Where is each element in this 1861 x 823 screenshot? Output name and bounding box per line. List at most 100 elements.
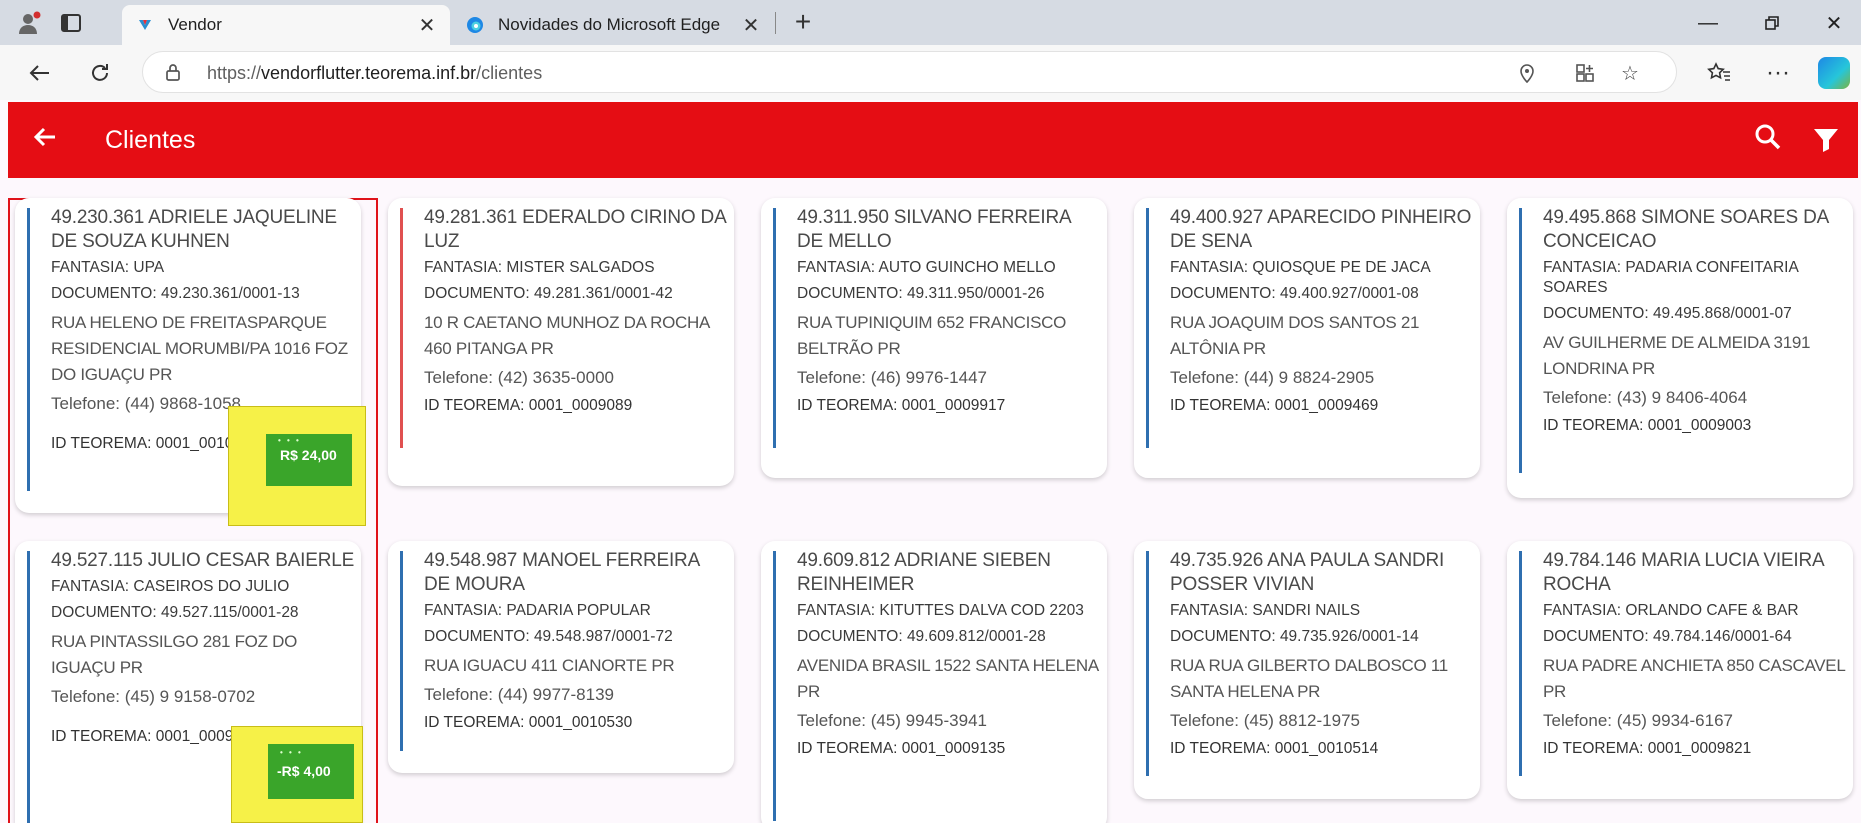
client-fantasia: FANTASIA: CASEIROS DO JULIO	[51, 578, 290, 595]
client-documento: DOCUMENTO: 49.400.927/0001-08	[1170, 285, 1419, 302]
url-text[interactable]: https://vendorflutter.teorema.inf.br/cli…	[207, 63, 542, 84]
client-name: 49.735.926 ANA PAULA SANDRI POSSER VIVIA…	[1170, 550, 1445, 595]
client-documento: DOCUMENTO: 49.735.926/0001-14	[1170, 628, 1419, 645]
back-arrow-icon[interactable]	[30, 122, 66, 158]
client-fantasia: FANTASIA: QUIOSQUE PE DE JACA	[1170, 259, 1431, 276]
client-phone: Telefone: (45) 9934-6167	[1543, 711, 1733, 730]
clients-list: 49.230.361 ADRIELE JAQUELINE DE SOUZA KU…	[8, 178, 1858, 823]
card-accent-bar	[773, 551, 776, 821]
client-name: 49.400.927 APARECIDO PINHEIRO DE SENA	[1170, 207, 1472, 252]
client-card[interactable]: 49.548.987 MANOEL FERREIRA DE MOURA FANT…	[388, 541, 734, 773]
client-phone: Telefone: (42) 3635-0000	[424, 368, 614, 387]
client-documento: DOCUMENTO: 49.548.987/0001-72	[424, 628, 673, 645]
client-address: AV GUILHERME DE ALMEIDA 3191 LONDRINA PR	[1543, 333, 1811, 378]
back-icon[interactable]	[24, 57, 56, 89]
close-tab-icon[interactable]: ✕	[412, 13, 442, 38]
card-accent-bar	[27, 551, 30, 823]
client-card[interactable]: 49.495.868 SIMONE SOARES DA CONCEICAO FA…	[1507, 198, 1853, 498]
client-id: ID TEOREMA: 0001_0009089	[424, 397, 633, 414]
browser-toolbar: https://vendorflutter.teorema.inf.br/cli…	[0, 45, 1861, 100]
client-id: ID TEOREMA: 0001_0010514	[1170, 740, 1379, 757]
client-fantasia: FANTASIA: UPA	[51, 259, 165, 276]
client-name: 49.527.115 JULIO CESAR BAIERLE	[51, 550, 355, 571]
tab-edge-news[interactable]: Novidades do Microsoft Edge ✕	[452, 5, 774, 45]
card-accent-bar	[400, 208, 403, 448]
client-documento: DOCUMENTO: 49.281.361/0001-42	[424, 285, 673, 302]
favorites-icon[interactable]	[1703, 57, 1735, 89]
client-fantasia: FANTASIA: MISTER SALGADOS	[424, 259, 655, 276]
client-address: RUA PINTASSILGO 281 FOZ DO IGUAÇU PR	[51, 632, 298, 677]
client-fantasia: FANTASIA: ORLANDO CAFE & BAR	[1543, 602, 1799, 619]
page-title: Clientes	[105, 126, 196, 154]
client-card[interactable]: 49.735.926 ANA PAULA SANDRI POSSER VIVIA…	[1134, 541, 1480, 799]
client-address: RUA RUA GILBERTO DALBOSCO 11 SANTA HELEN…	[1170, 656, 1448, 701]
client-address: RUA PADRE ANCHIETA 850 CASCAVEL PR	[1543, 656, 1845, 701]
client-fantasia: FANTASIA: PADARIA POPULAR	[424, 602, 651, 619]
client-documento: DOCUMENTO: 49.609.812/0001-28	[797, 628, 1046, 645]
client-phone: Telefone: (45) 9945-3941	[797, 711, 987, 730]
client-phone: Telefone: (45) 9 9158-0702	[51, 687, 256, 706]
client-address: AVENIDA BRASIL 1522 SANTA HELENA PR	[797, 656, 1098, 701]
client-card[interactable]: 49.609.812 ADRIANE SIEBEN REINHEIMER FAN…	[761, 541, 1107, 823]
badge-value: R$ 24,00	[280, 447, 337, 463]
client-name: 49.784.146 MARIA LUCIA VIEIRA ROCHA	[1543, 550, 1824, 595]
client-address: RUA TUPINIQUIM 652 FRANCISCO BELTRÃO PR	[797, 313, 1067, 358]
vendor-favicon-icon	[136, 16, 154, 34]
card-accent-bar	[400, 551, 403, 751]
lock-icon[interactable]	[163, 62, 183, 82]
client-address: 10 R CAETANO MUNHOZ DA ROCHA 460 PITANGA…	[424, 313, 710, 358]
client-card[interactable]: 49.784.146 MARIA LUCIA VIEIRA ROCHA FANT…	[1507, 541, 1853, 799]
card-accent-bar	[1519, 551, 1522, 776]
minimize-icon[interactable]: —	[1688, 8, 1728, 38]
new-tab-icon[interactable]: +	[786, 8, 820, 38]
client-documento: DOCUMENTO: 49.230.361/0001-13	[51, 285, 300, 302]
client-card[interactable]: 49.281.361 EDERALDO CIRINO DA LUZ FANTAS…	[388, 198, 734, 486]
client-fantasia: FANTASIA: KITUTTES DALVA COD 2203	[797, 602, 1084, 619]
client-phone: Telefone: (45) 8812-1975	[1170, 711, 1360, 730]
app-available-icon[interactable]	[1571, 60, 1599, 86]
client-address: RUA HELENO DE FREITASPARQUE RESIDENCIAL …	[51, 313, 348, 384]
client-name: 49.230.361 ADRIELE JAQUELINE DE SOUZA KU…	[51, 207, 337, 252]
tab-vendor[interactable]: Vendor ✕	[122, 5, 450, 45]
browser-tab-strip: Vendor ✕ Novidades do Microsoft Edge ✕ +…	[0, 0, 1861, 45]
client-fantasia: FANTASIA: SANDRI NAILS	[1170, 602, 1361, 619]
filter-icon[interactable]	[1811, 124, 1847, 160]
client-phone: Telefone: (46) 9976-1447	[797, 368, 987, 387]
copilot-icon[interactable]	[1818, 57, 1850, 89]
card-accent-bar	[27, 208, 30, 491]
client-id: ID TEOREMA: 0001_0009135	[797, 740, 1006, 757]
close-tab-icon[interactable]: ✕	[736, 13, 766, 38]
card-accent-bar	[1146, 551, 1149, 776]
profile-icon[interactable]	[14, 8, 44, 38]
badge-value: -R$ 4,00	[277, 763, 331, 779]
address-bar[interactable]: https://vendorflutter.teorema.inf.br/cli…	[142, 51, 1677, 93]
more-options-icon[interactable]: ···	[1762, 57, 1794, 89]
client-documento: DOCUMENTO: 49.311.950/0001-26	[797, 285, 1045, 302]
balance-badge[interactable]: • • • -R$ 4,00	[268, 744, 354, 799]
card-accent-bar	[773, 208, 776, 448]
search-icon[interactable]	[1753, 122, 1789, 158]
client-id: ID TEOREMA: 0001_0009821	[1543, 740, 1752, 757]
client-phone: Telefone: (44) 9977-8139	[424, 685, 614, 704]
client-card[interactable]: 49.311.950 SILVANO FERREIRA DE MELLO FAN…	[761, 198, 1107, 478]
client-id: ID TEOREMA: 0001_0009003	[1543, 417, 1752, 434]
client-documento: DOCUMENTO: 49.784.146/0001-64	[1543, 628, 1792, 645]
tab-title: Novidades do Microsoft Edge	[498, 15, 721, 34]
client-documento: DOCUMENTO: 49.495.868/0001-07	[1543, 305, 1792, 322]
client-name: 49.609.812 ADRIANE SIEBEN REINHEIMER	[797, 550, 1051, 595]
client-fantasia: FANTASIA: AUTO GUINCHO MELLO	[797, 259, 1056, 276]
close-window-icon[interactable]: ✕	[1814, 8, 1854, 38]
tab-separator	[775, 12, 776, 34]
tab-title: Vendor	[168, 15, 222, 34]
tab-actions-icon[interactable]	[56, 8, 86, 38]
card-accent-bar	[1519, 208, 1522, 473]
client-name: 49.548.987 MANOEL FERREIRA DE MOURA	[424, 550, 700, 595]
reload-icon[interactable]	[84, 57, 116, 89]
favorite-star-icon[interactable]: ☆	[1616, 60, 1644, 86]
location-icon[interactable]	[1513, 60, 1541, 86]
balance-badge[interactable]: • • • R$ 24,00	[266, 434, 352, 486]
client-phone: Telefone: (43) 9 8406-4064	[1543, 388, 1748, 407]
client-id: ID TEOREMA: 0001_0010530	[424, 714, 633, 731]
restore-icon[interactable]	[1752, 8, 1792, 38]
client-card[interactable]: 49.400.927 APARECIDO PINHEIRO DE SENA FA…	[1134, 198, 1480, 478]
